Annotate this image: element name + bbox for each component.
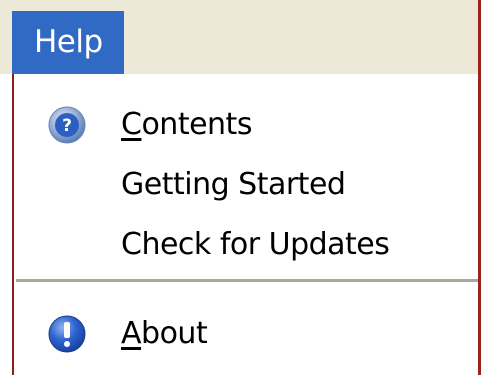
svg-text:?: ? bbox=[62, 116, 72, 136]
menu-separator bbox=[16, 279, 481, 283]
help-dropdown-menu: ? Contents Getting Started Check for Upd… bbox=[12, 74, 481, 375]
menu-item-label: Getting Started bbox=[121, 167, 346, 202]
menu-help[interactable]: Help bbox=[12, 11, 124, 74]
menu-item-label: Contents bbox=[121, 107, 252, 142]
info-exclamation-icon bbox=[48, 315, 86, 353]
help-menu-screen: Help ? Contents Getting Started Check fo… bbox=[0, 0, 481, 375]
menu-item-label: Check for Updates bbox=[121, 227, 390, 262]
help-question-icon: ? bbox=[48, 106, 86, 144]
menu-item-contents[interactable]: ? Contents bbox=[14, 94, 481, 156]
menu-item-check-for-updates[interactable]: Check for Updates bbox=[14, 214, 481, 276]
menu-item-label: About bbox=[121, 316, 208, 351]
menu-bar: Help bbox=[0, 0, 481, 74]
menu-item-about[interactable]: About bbox=[14, 303, 481, 365]
menu-item-getting-started[interactable]: Getting Started bbox=[14, 154, 481, 216]
